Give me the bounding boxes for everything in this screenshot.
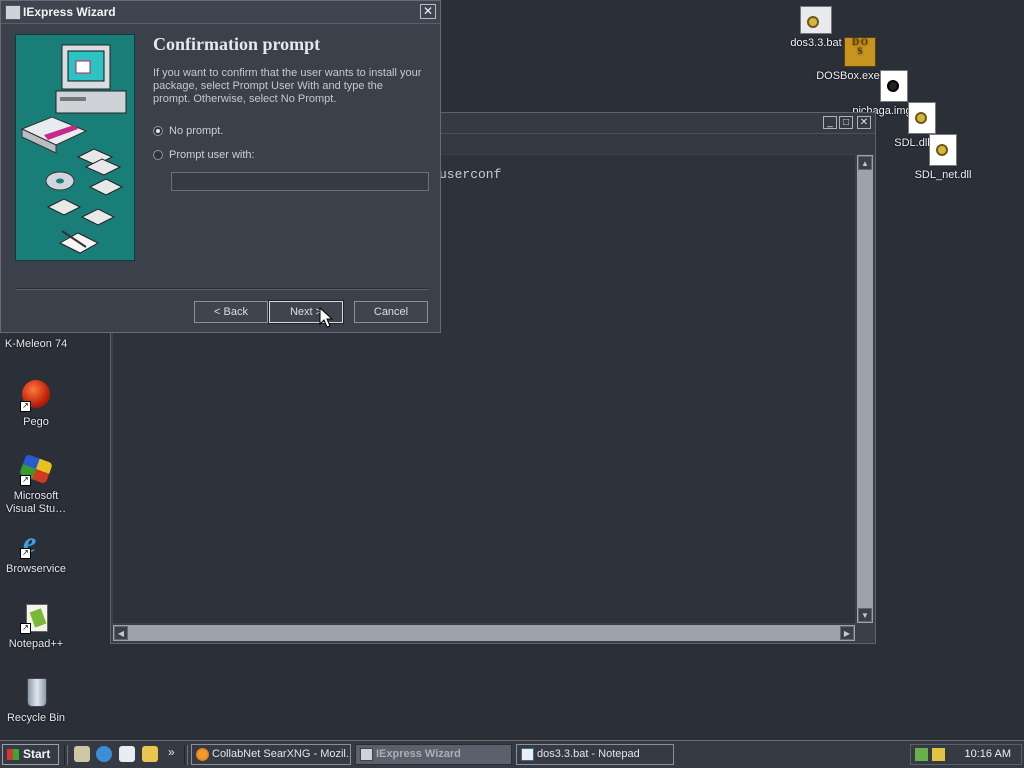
horizontal-scrollbar[interactable]: ◀ ▶ [113, 625, 855, 641]
dll-icon [929, 134, 957, 166]
vertical-scrollbar[interactable]: ▲ ▼ [857, 155, 873, 623]
desktop-icon-label: Microsoft Visual Stu… [5, 490, 67, 515]
wizard-separator [15, 288, 429, 290]
internet-explorer-icon: e ↗ [20, 527, 52, 559]
iexpress-icon [5, 5, 21, 20]
taskbar-divider [64, 745, 68, 765]
visual-studio-icon: ↗ [19, 453, 53, 486]
close-button[interactable]: ✕ [420, 4, 436, 19]
notepad-visible-text: userconf [439, 167, 502, 182]
dll-icon [908, 102, 936, 134]
scroll-left-arrow[interactable]: ◀ [114, 626, 128, 640]
quick-launch-overflow[interactable]: » [168, 745, 175, 759]
desktop-icon-visual-studio[interactable]: ↗ Microsoft Visual Stu… [0, 453, 72, 516]
desktop-icon-label: K-Meleon 74 [4, 338, 68, 350]
wizard-title-bar[interactable]: IExpress Wizard ✕ [1, 1, 440, 24]
desktop-icon-pego[interactable]: ↗ Pego [0, 378, 72, 429]
desktop-icon-label: Notepad++ [8, 638, 64, 650]
taskbar-button-notepad[interactable]: dos3.3.bat - Notepad [516, 744, 674, 765]
taskbar-button-label: CollabNet SearXNG - Mozil... [212, 748, 351, 760]
ie-icon[interactable] [96, 746, 112, 762]
desktop-icon-label: Browservice [6, 563, 66, 575]
radio-prompt-user-label: Prompt user with: [169, 149, 255, 161]
back-button[interactable]: < Back [194, 301, 268, 323]
radio-no-prompt[interactable]: No prompt. [153, 125, 223, 137]
radio-selected-icon[interactable] [153, 126, 163, 136]
cancel-button[interactable]: Cancel [354, 301, 428, 323]
minimize-button[interactable]: _ [823, 116, 837, 129]
explorer-icon[interactable] [142, 746, 158, 762]
disk-image-icon [880, 70, 908, 102]
security-icon[interactable] [932, 748, 945, 761]
iexpress-icon [360, 748, 373, 761]
taskbar-button-label: dos3.3.bat - Notepad [537, 748, 640, 760]
notepadpp-icon: ↗ [20, 602, 52, 634]
scroll-up-arrow[interactable]: ▲ [858, 156, 872, 170]
pego-icon: ↗ [20, 380, 52, 412]
desktop-icon-browservice[interactable]: e ↗ Browservice [0, 527, 72, 576]
wizard-illustration [15, 34, 135, 261]
desktop-icon-notepadpp[interactable]: ↗ Notepad++ [0, 602, 72, 651]
start-label: Start [23, 747, 51, 761]
desktop-icon-label: SDL_net.dll [914, 169, 972, 181]
recycle-bin-icon [20, 676, 52, 708]
scroll-down-arrow[interactable]: ▼ [858, 608, 872, 622]
wizard-description: If you want to confirm that the user wan… [153, 67, 422, 105]
prompt-text-input[interactable] [171, 172, 429, 191]
batch-file-icon [800, 6, 832, 34]
desktop-icon-kmeleon[interactable]: K-Meleon 74 [0, 338, 72, 351]
network-icon[interactable] [915, 748, 928, 761]
start-button[interactable]: Start [2, 744, 59, 765]
radio-no-prompt-label: No prompt. [169, 125, 224, 137]
desktop-icon-recycle-bin[interactable]: Recycle Bin [0, 676, 72, 725]
taskbar: Start » CollabNet SearXNG - Mozil... IEx… [0, 740, 1024, 768]
radio-unselected-icon[interactable] [153, 150, 163, 160]
desktop-icon-label: Pego [23, 416, 49, 428]
close-button[interactable]: ✕ [857, 116, 871, 129]
iexpress-wizard-dialog[interactable]: IExpress Wizard ✕ Confirmation prompt If… [0, 0, 441, 333]
firefox-icon [196, 748, 209, 761]
show-desktop-icon[interactable] [74, 746, 90, 762]
taskbar-button-iexpress[interactable]: IExpress Wizard [355, 744, 512, 765]
taskbar-button-label: IExpress Wizard [376, 748, 461, 760]
dosbox-icon: D OS [844, 37, 876, 67]
wizard-heading: Confirmation prompt [153, 34, 321, 54]
computer-install-illustration [20, 44, 127, 254]
system-clock[interactable]: 10:16 AM [965, 748, 1011, 760]
taskbar-button-firefox[interactable]: CollabNet SearXNG - Mozil... [191, 744, 351, 765]
wizard-title: IExpress Wizard [23, 5, 116, 19]
desktop-icon-sdl-net-dll[interactable]: SDL_net.dll [910, 134, 976, 181]
outlook-icon[interactable] [119, 746, 135, 762]
desktop-icon-label: Recycle Bin [6, 712, 66, 724]
windows-flag-icon [7, 749, 19, 760]
notepad-icon [521, 748, 534, 761]
mouse-cursor-icon [319, 307, 333, 328]
taskbar-divider [184, 745, 188, 765]
system-tray: 10:16 AM [910, 744, 1022, 765]
maximize-button[interactable]: □ [839, 116, 853, 129]
radio-prompt-user[interactable]: Prompt user with: [153, 149, 255, 161]
scroll-right-arrow[interactable]: ▶ [840, 626, 854, 640]
